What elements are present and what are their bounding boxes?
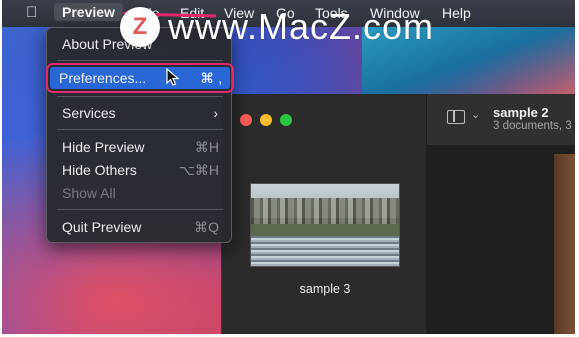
- shortcut-label: ⌘H: [194, 138, 219, 155]
- chevron-down-icon[interactable]: ⌄: [471, 108, 480, 121]
- close-button[interactable]: [240, 114, 252, 126]
- preview-window: sample 3 ⌄ sample 2 3 documents, 3: [221, 94, 575, 334]
- document-image: [554, 154, 575, 334]
- mouse-pointer-icon: [166, 68, 180, 86]
- menu-item-hide[interactable]: Hide Preview ⌘H: [53, 136, 227, 158]
- menu-separator: [57, 129, 223, 130]
- menu-help[interactable]: Help: [442, 5, 471, 21]
- menu-item-label: Hide Others: [62, 162, 137, 178]
- shortcut-label: ⌘ ,: [200, 69, 222, 86]
- menu-item-label: Preferences...: [59, 70, 147, 86]
- thumbnail-water: [251, 236, 399, 266]
- menu-separator: [57, 96, 223, 97]
- document-viewer: [426, 146, 575, 334]
- menu-item-preferences[interactable]: Preferences... ⌘ ,: [46, 63, 234, 93]
- menu-item-label: Quit Preview: [62, 219, 142, 235]
- menu-item-hide-others[interactable]: Hide Others ⌥⌘H: [53, 159, 227, 181]
- window-sidebar: sample 3: [222, 94, 426, 334]
- window-toolbar: ⌄ sample 2 3 documents, 3: [426, 94, 575, 146]
- shortcut-label: ⌘Q: [194, 218, 219, 235]
- menu-separator: [57, 60, 223, 61]
- preview-app-menu: About Preview Preferences... ⌘ , Service…: [46, 27, 234, 243]
- menu-item-label: Services: [62, 105, 116, 121]
- sidebar-toggle-icon[interactable]: [447, 110, 465, 124]
- document-title: sample 2: [493, 105, 549, 120]
- document-thumbnail[interactable]: [250, 183, 400, 267]
- menu-item-label: Hide Preview: [62, 139, 145, 155]
- shortcut-label: ⌥⌘H: [178, 161, 219, 178]
- menu-preview[interactable]: Preview: [54, 3, 123, 21]
- watermark-text: www.MacZ.com: [168, 6, 435, 47]
- watermark: Z www.MacZ.com: [120, 6, 434, 48]
- zoom-button[interactable]: [280, 114, 292, 126]
- menu-item-label: Show All: [62, 185, 116, 201]
- menu-separator: [57, 209, 223, 210]
- chevron-right-icon: ›: [213, 105, 218, 121]
- menu-item-quit[interactable]: Quit Preview ⌘Q: [53, 216, 227, 238]
- watermark-logo: Z: [120, 7, 160, 47]
- document-subtitle: 3 documents, 3: [493, 120, 572, 132]
- minimize-button[interactable]: [260, 114, 272, 126]
- screenshot-frame:  Preview File Edit View Go Tools Window…: [2, 0, 575, 334]
- thumbnail-bank: [251, 224, 399, 236]
- thumbnail-label: sample 3: [299, 282, 351, 296]
- apple-logo-icon[interactable]: : [26, 4, 37, 21]
- menu-item-services[interactable]: Services ›: [53, 102, 227, 124]
- menu-item-show-all: Show All: [53, 182, 227, 204]
